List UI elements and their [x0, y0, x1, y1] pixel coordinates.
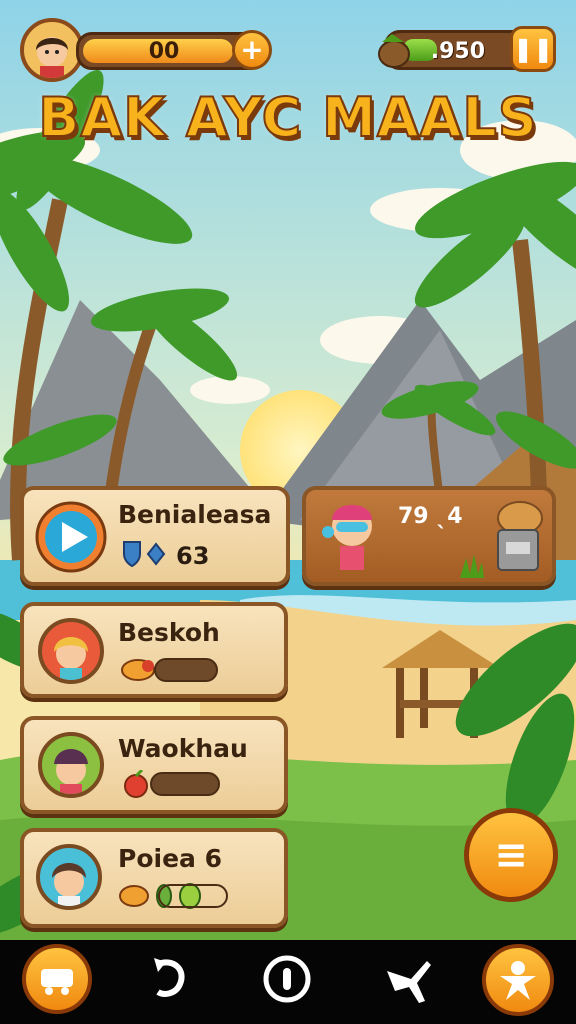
- player-avatar[interactable]: [20, 18, 84, 82]
- menu-button[interactable]: ≡: [464, 808, 558, 902]
- game-title: BAK AYC MAALS: [37, 85, 538, 150]
- refresh-icon: [154, 958, 185, 997]
- level-card-benialeasa[interactable]: Benialeasa 63: [20, 486, 290, 586]
- player-card-waokhau[interactable]: Waokhau: [20, 716, 288, 814]
- explorer-character-icon: [322, 505, 372, 570]
- play-icon: [35, 501, 107, 573]
- pause-button[interactable]: ❚❚: [510, 26, 556, 72]
- player-card-beskoh[interactable]: Beskoh: [20, 602, 288, 698]
- nav-home-button[interactable]: [252, 944, 322, 1014]
- avatar-face-icon: [36, 37, 68, 78]
- nav-shop-button[interactable]: [22, 944, 92, 1014]
- progress-meter: [150, 772, 220, 796]
- shield-icon: [123, 541, 166, 568]
- circle-home-icon: [263, 955, 311, 1003]
- card-title: Beskoh: [118, 618, 220, 647]
- person-icon: [500, 961, 536, 1000]
- card-title: Benialeasa: [118, 500, 272, 529]
- totem-icon: [497, 501, 543, 571]
- resource-count: .950: [430, 39, 485, 64]
- card-title: Waokhau: [118, 734, 248, 763]
- coin-count: 00: [148, 39, 180, 64]
- player-card-poiea[interactable]: Poiea 6: [20, 828, 288, 928]
- nav-refresh-button[interactable]: [134, 944, 204, 1014]
- portrait-blonde-icon: [38, 618, 104, 684]
- nav-profile-button[interactable]: [482, 944, 554, 1016]
- cart-icon: [41, 969, 73, 995]
- progress-meter: [154, 658, 218, 682]
- nav-explore-button[interactable]: [374, 944, 444, 1014]
- card-title: Poiea 6: [118, 844, 222, 873]
- progress-meter: [158, 884, 228, 908]
- airplane-icon: [387, 961, 431, 1003]
- add-coins-button[interactable]: +: [232, 30, 272, 70]
- character-card[interactable]: 79 ˎ4: [302, 486, 556, 586]
- character-stat: 79 ˎ4: [398, 504, 463, 529]
- portrait-girl-icon: [38, 732, 104, 798]
- resource-bag-icon: [378, 34, 410, 68]
- portrait-boy-icon: [36, 844, 102, 910]
- shield-count: 63: [176, 542, 210, 570]
- plant-icon: [460, 554, 484, 578]
